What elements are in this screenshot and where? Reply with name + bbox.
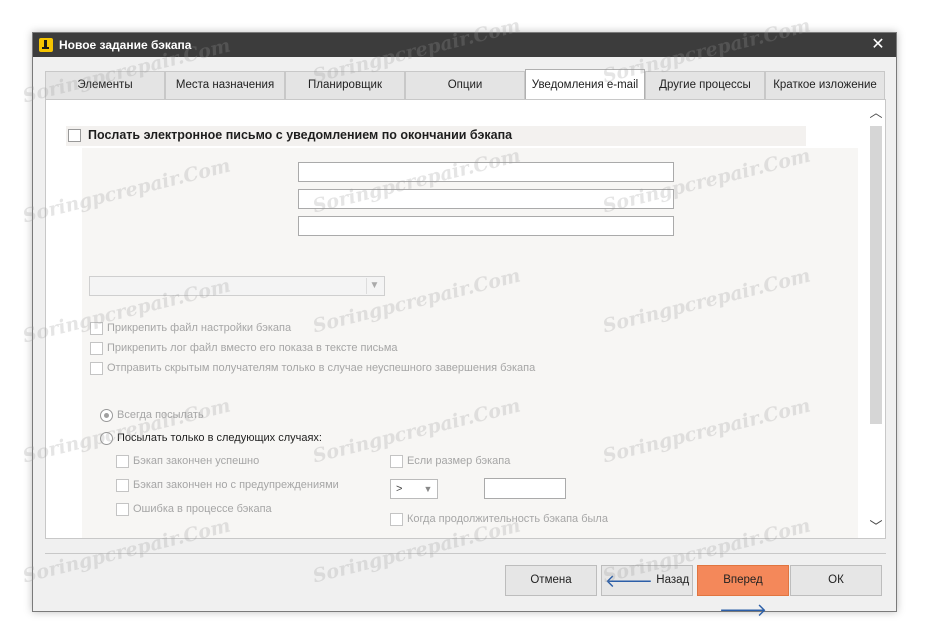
success-label: Бэкап закончен успешно (133, 455, 260, 467)
attach-log-checkbox[interactable] (90, 342, 103, 355)
tab-summary[interactable]: Краткое изложение (765, 71, 885, 100)
if-size-label: Если размер бэкапа (407, 455, 511, 467)
scroll-thumb[interactable] (870, 126, 882, 424)
always-send-label: Всегда посылать (117, 409, 204, 421)
app-logo-icon (39, 38, 53, 52)
send-only-radio[interactable] (100, 432, 113, 445)
tab-elements[interactable]: Элементы (45, 71, 165, 100)
if-size-checkbox[interactable] (390, 455, 403, 468)
duration-label: Когда продолжительность бэкапа была (407, 513, 608, 525)
cancel-button-label: Отмена (530, 574, 572, 586)
tab-other-processes[interactable]: Другие процессы (645, 71, 765, 100)
attach-log-label: Прикрепить лог файл вместо его показа в … (107, 342, 398, 354)
size-operator-combo[interactable]: > ▼ (390, 479, 438, 499)
back-button[interactable]: 🡐 Назад (601, 565, 693, 596)
send-only-label: Посылать только в следующих случаях: (117, 432, 322, 444)
tab-options[interactable]: Опции (405, 71, 525, 100)
tab-destinations[interactable]: Места назначения (165, 71, 285, 100)
warnings-label: Бэкап закончен но с предупреждениями (133, 479, 339, 491)
error-label: Ошибка в процессе бэкапа (133, 503, 272, 515)
account-combo[interactable]: ▼ (89, 276, 385, 296)
email-field-1[interactable] (298, 162, 674, 182)
size-operator-value: > (396, 483, 403, 495)
bcc-on-failure-checkbox[interactable] (90, 362, 103, 375)
send-email-row: Послать электронное письмо с уведомление… (66, 126, 806, 146)
bcc-on-failure-label: Отправить скрытым получателям только в с… (107, 362, 536, 374)
error-checkbox[interactable] (116, 503, 129, 516)
chevron-down-icon: ▼ (423, 484, 433, 494)
window-title: Новое задание бэкапа (59, 38, 192, 52)
always-send-radio[interactable] (100, 409, 113, 422)
ok-button-label: ОК (828, 574, 844, 586)
backup-job-dialog: Новое задание бэкапа ✕ Элементы Места на… (32, 32, 897, 619)
size-input[interactable] (484, 478, 566, 499)
tab-scheduler[interactable]: Планировщик (285, 71, 405, 100)
attach-settings-label: Прикрепить файл настройки бэкапа (107, 322, 292, 334)
next-button-label: Вперед (723, 574, 763, 586)
email-field-3[interactable] (298, 216, 674, 236)
email-field-2[interactable] (298, 189, 674, 209)
duration-checkbox[interactable] (390, 513, 403, 526)
send-email-label: Послать электронное письмо с уведомление… (88, 128, 513, 142)
cancel-button[interactable]: Отмена (505, 565, 597, 596)
arrow-right-icon: 🡒 (718, 599, 768, 620)
email-notifications-panel: Послать электронное письмо с уведомление… (45, 99, 886, 539)
back-button-label: Назад (656, 574, 690, 586)
next-button[interactable]: Вперед 🡒 (697, 565, 789, 619)
close-button[interactable]: ✕ (868, 35, 888, 55)
chevron-down-icon[interactable]: ﹀ (869, 520, 883, 534)
attach-settings-checkbox[interactable] (90, 322, 103, 335)
warnings-checkbox[interactable] (116, 479, 129, 492)
chevron-down-icon: ▼ (366, 278, 382, 294)
arrow-left-icon: 🡐 (604, 570, 654, 591)
send-email-checkbox[interactable] (68, 129, 81, 142)
chevron-up-icon[interactable]: ︿ (869, 106, 883, 120)
ok-button[interactable]: ОК (790, 565, 882, 596)
tab-email-notifications[interactable]: Уведомления e-mail (525, 69, 645, 99)
vertical-scrollbar[interactable]: ︿ ﹀ (867, 100, 885, 538)
tab-bar: Элементы Места назначения Планировщик Оп… (45, 69, 885, 100)
title-bar: Новое задание бэкапа ✕ (33, 33, 896, 57)
success-checkbox[interactable] (116, 455, 129, 468)
footer-divider (45, 553, 886, 554)
